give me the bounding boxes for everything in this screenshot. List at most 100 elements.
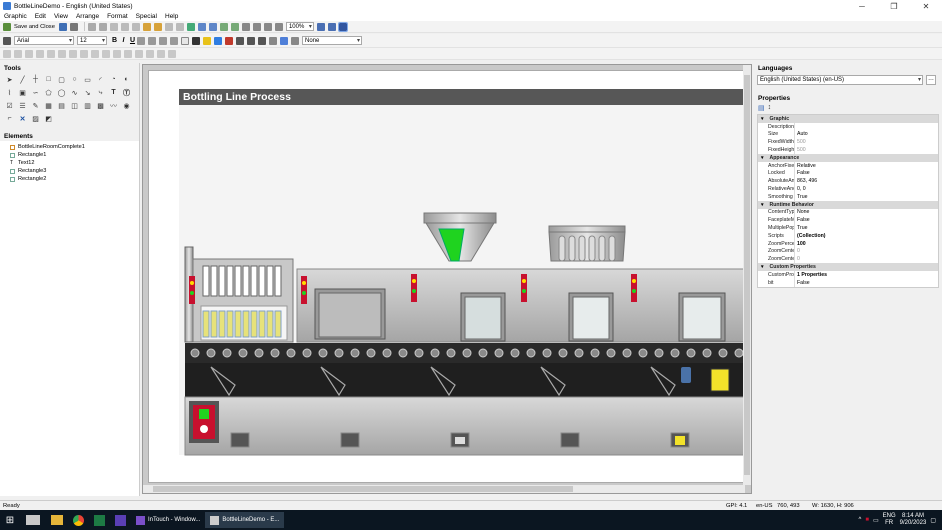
property-row[interactable]: bit False bbox=[758, 278, 938, 287]
property-row[interactable]: ZoomCenterY0 bbox=[758, 255, 938, 264]
property-value[interactable]: True bbox=[794, 192, 938, 201]
property-value[interactable]: 0 bbox=[794, 247, 938, 256]
polyline-tool-icon[interactable]: ⌇ bbox=[3, 86, 16, 99]
copy-icon[interactable] bbox=[98, 22, 107, 31]
pattern-icon[interactable] bbox=[291, 36, 299, 45]
align-middle-icon[interactable] bbox=[14, 49, 22, 58]
property-value[interactable]: True bbox=[794, 224, 938, 232]
fill-color-icon[interactable] bbox=[214, 36, 222, 45]
grid-tool-icon[interactable]: ▩ bbox=[94, 99, 107, 112]
line-tool-icon[interactable]: ╱ bbox=[16, 73, 29, 86]
bottling-line-graphic[interactable] bbox=[149, 71, 744, 483]
property-value[interactable]: 0 bbox=[794, 255, 938, 264]
property-row[interactable]: ContentTypeNone bbox=[758, 208, 938, 217]
property-row[interactable]: Locked False bbox=[758, 169, 938, 178]
text-color-icon[interactable] bbox=[225, 36, 233, 45]
menu-special[interactable]: Special bbox=[136, 13, 157, 20]
chrome-icon[interactable] bbox=[73, 514, 84, 526]
canvas-area[interactable]: Bottling Line Process bbox=[142, 64, 752, 494]
vertical-scrollbar[interactable] bbox=[743, 65, 751, 485]
open-icon[interactable] bbox=[153, 22, 162, 31]
bring-front-icon[interactable] bbox=[197, 22, 206, 31]
button-tool-icon[interactable]: ▭ bbox=[81, 73, 94, 86]
maximize-button[interactable]: ❐ bbox=[878, 0, 910, 12]
rounded-rect-tool-icon[interactable]: ▢ bbox=[55, 73, 68, 86]
font-family-select[interactable]: Arial bbox=[14, 36, 74, 45]
gradient-icon[interactable] bbox=[280, 36, 288, 45]
polygon-tool-icon[interactable]: ⬠ bbox=[42, 86, 55, 99]
categorized-icon[interactable]: ▤ bbox=[758, 104, 765, 112]
ellipse-tool-icon[interactable]: ○ bbox=[68, 73, 81, 86]
tray-lang-1[interactable]: ENG bbox=[883, 513, 896, 520]
property-row[interactable]: FaceplateMoFalse bbox=[758, 216, 938, 225]
list-tool-icon[interactable]: ☰ bbox=[16, 99, 29, 112]
property-row[interactable]: RelativeAnch0, 0 bbox=[758, 185, 938, 193]
windows-start-icon[interactable]: ⊞ bbox=[0, 510, 20, 530]
property-row[interactable]: FixedWidth 500 bbox=[758, 138, 938, 147]
union-icon[interactable] bbox=[157, 49, 165, 58]
align-right-icon[interactable] bbox=[159, 36, 167, 45]
minimize-button[interactable]: ─ bbox=[846, 0, 878, 12]
app-icon[interactable] bbox=[115, 514, 126, 526]
delete-tool-icon[interactable]: ✕ bbox=[16, 112, 29, 125]
image-tool-icon[interactable]: ▣ bbox=[16, 86, 29, 99]
text-tool-icon[interactable]: T bbox=[107, 86, 120, 99]
align-left-icon[interactable] bbox=[137, 36, 145, 45]
tray-alert-icon[interactable]: ■ bbox=[865, 517, 869, 523]
zoom-select[interactable]: 100% bbox=[285, 22, 314, 31]
zoom-area-icon[interactable] bbox=[274, 22, 283, 31]
tray-lang-2[interactable]: FR bbox=[883, 520, 896, 527]
rotate-icon[interactable] bbox=[113, 49, 121, 58]
lower-cabinets[interactable] bbox=[184, 396, 744, 456]
save-close-button[interactable]: Save and Close bbox=[14, 24, 55, 30]
textbox-tool-icon[interactable]: Ⓣ bbox=[120, 86, 133, 99]
tray-chevron-icon[interactable]: ^ bbox=[858, 517, 861, 523]
tray-date[interactable]: 9/20/2023 bbox=[900, 520, 927, 527]
horizontal-scrollbar[interactable] bbox=[143, 485, 745, 493]
conveyor-belt[interactable] bbox=[185, 343, 744, 397]
paste-icon[interactable] bbox=[109, 22, 118, 31]
pen-color-icon[interactable] bbox=[203, 36, 211, 45]
pan-icon[interactable] bbox=[337, 21, 348, 32]
property-value[interactable]: Auto bbox=[794, 130, 938, 139]
file-explorer-icon[interactable] bbox=[51, 515, 63, 525]
make-same-height-icon[interactable] bbox=[102, 49, 110, 58]
property-category[interactable]: ▾ Custom Properties bbox=[758, 263, 938, 271]
listbox-tool-icon[interactable]: ▥ bbox=[81, 99, 94, 112]
property-row[interactable]: Smoothing True bbox=[758, 192, 938, 201]
graphic-canvas[interactable]: Bottling Line Process bbox=[148, 70, 744, 483]
property-value[interactable]: False bbox=[794, 278, 938, 287]
task-view-icon[interactable] bbox=[26, 515, 40, 525]
notifications-icon[interactable]: ▢ bbox=[930, 517, 936, 524]
break-icon[interactable] bbox=[168, 49, 176, 58]
property-row[interactable]: Description bbox=[758, 122, 938, 131]
align-icon[interactable] bbox=[164, 22, 173, 31]
bold-button[interactable]: B bbox=[110, 37, 119, 44]
space-vertical-icon[interactable] bbox=[80, 49, 88, 58]
property-row[interactable]: AnchorFixedTRelative bbox=[758, 161, 938, 170]
calendar-tool-icon[interactable]: ▦ bbox=[42, 99, 55, 112]
close-button[interactable]: ✕ bbox=[910, 0, 942, 12]
menu-view[interactable]: View bbox=[54, 13, 68, 20]
curve-tool-icon[interactable]: ∽ bbox=[29, 86, 42, 99]
datetime-tool-icon[interactable]: ◫ bbox=[68, 99, 81, 112]
tree-item[interactable]: T Text12 bbox=[10, 159, 139, 167]
checkbox-tool-icon[interactable]: ☑ bbox=[3, 99, 16, 112]
tree-item[interactable]: Rectangle1 bbox=[10, 151, 139, 159]
pointer-tool-icon[interactable]: ➤ bbox=[3, 73, 16, 86]
radio-tool-icon[interactable]: ◉ bbox=[120, 99, 133, 112]
zoom-out-icon[interactable] bbox=[252, 22, 261, 31]
machine-stations[interactable] bbox=[296, 268, 744, 343]
grid-icon[interactable] bbox=[316, 22, 325, 31]
taskbar-app-intouch[interactable]: InTouch - Window... bbox=[131, 512, 205, 528]
property-value[interactable]: 500 bbox=[794, 138, 938, 147]
property-row[interactable]: Size Auto bbox=[758, 130, 938, 139]
property-row[interactable]: Scripts (Collection) bbox=[758, 231, 938, 240]
align-center-edge-icon[interactable] bbox=[47, 49, 55, 58]
hopper-green[interactable] bbox=[423, 212, 497, 262]
property-row[interactable]: ZoomCenterX0 bbox=[758, 247, 938, 256]
folder-icon[interactable] bbox=[142, 22, 151, 31]
property-value[interactable]: None bbox=[794, 208, 938, 217]
send-back-icon[interactable] bbox=[208, 22, 217, 31]
picture-tool-icon[interactable]: ▨ bbox=[29, 112, 42, 125]
